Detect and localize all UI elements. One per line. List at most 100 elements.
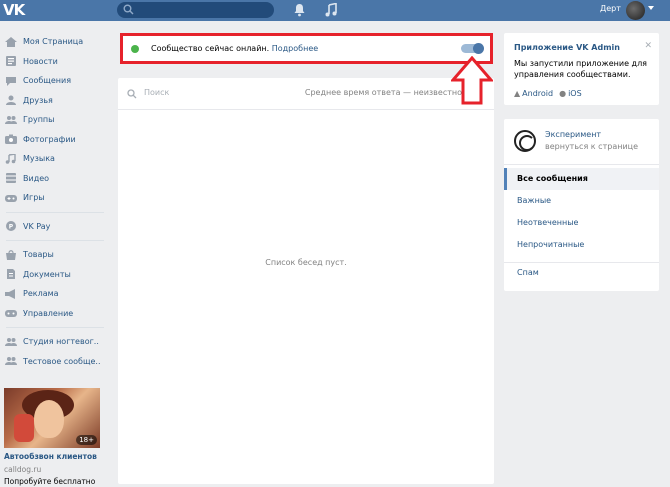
- age-rating-badge: 18+: [76, 435, 97, 445]
- documents-icon: [5, 269, 17, 280]
- back-to-page-link[interactable]: вернуться к странице: [545, 142, 638, 151]
- average-response-time: Среднее время ответа — неизвестно: [304, 88, 462, 97]
- search-icon: [127, 89, 137, 99]
- sidebar-item-label: Реклама: [23, 289, 59, 299]
- annotation-arrow-icon: [451, 56, 493, 105]
- sidebar-item-label: Музыка: [23, 154, 55, 164]
- header-search-input[interactable]: [117, 2, 274, 18]
- music-icon[interactable]: [325, 3, 337, 17]
- community-icon: [5, 337, 17, 347]
- video-icon: [5, 173, 17, 184]
- messages-filter-menu: Эксперимент вернуться к странице Все соо…: [504, 119, 659, 291]
- sidebar-item-video[interactable]: Видео: [0, 169, 112, 189]
- sidebar-item-label: Фотографии: [23, 134, 76, 144]
- app-links: ▲ Android ● iOS: [514, 89, 582, 98]
- sidebar-item-label: Новости: [23, 56, 58, 66]
- vkpay-icon: P: [5, 221, 17, 232]
- ios-label: iOS: [568, 89, 582, 98]
- sidebar-item-manage[interactable]: Управление: [0, 304, 112, 324]
- sidebar-item-news[interactable]: Новости: [0, 52, 112, 72]
- sidebar-item-label: Управление: [23, 308, 74, 318]
- top-header: VK Дерт: [0, 0, 670, 21]
- android-label: Android: [522, 89, 554, 98]
- sidebar-item-goods[interactable]: Товары: [0, 245, 112, 265]
- music-icon: [5, 152, 17, 164]
- gamepad-icon: [5, 193, 17, 203]
- more-link[interactable]: Подробнее: [272, 44, 318, 53]
- sidebar-item-my-page[interactable]: Моя Страница: [0, 32, 112, 52]
- sidebar-divider: [6, 211, 104, 213]
- online-status-text: Сообщество сейчас онлайн. Подробнее: [151, 44, 318, 53]
- sidebar-item-label: Друзья: [23, 95, 53, 105]
- sidebar-item-games[interactable]: Игры: [0, 188, 112, 208]
- sidebar-item-groups[interactable]: Группы: [0, 110, 112, 130]
- sidebar-item-label: Товары: [23, 250, 54, 260]
- goods-icon: [5, 249, 17, 260]
- chevron-down-icon[interactable]: [648, 6, 654, 10]
- android-icon: ▲: [514, 89, 521, 98]
- sidebar-item-label: Сообщения: [23, 76, 72, 86]
- messages-icon: [5, 76, 17, 86]
- online-label: Сообщество сейчас онлайн.: [151, 44, 270, 53]
- sidebar-item-label: Игры: [23, 193, 45, 203]
- menu-item-all-messages[interactable]: Все сообщения: [504, 168, 659, 190]
- friends-icon: [5, 95, 17, 106]
- sidebar-item-label: Документы: [23, 269, 71, 279]
- sidebar-divider: [6, 327, 104, 328]
- sidebar-item-music[interactable]: Музыка: [0, 149, 112, 169]
- sidebar-item-documents[interactable]: Документы: [0, 265, 112, 285]
- sidebar-divider: [6, 240, 104, 241]
- sidebar-item-friends[interactable]: Друзья: [0, 91, 112, 111]
- bell-icon[interactable]: [293, 3, 306, 17]
- toggle-knob: [473, 42, 484, 54]
- menu-item-unanswered[interactable]: Неотвеченные: [504, 212, 659, 234]
- search-input[interactable]: Поиск: [144, 88, 169, 97]
- messages-search-bar: Поиск Среднее время ответа — неизвестно: [118, 78, 494, 110]
- home-icon: [5, 36, 17, 47]
- sidebar-nav: Моя Страница Новости Сообщения Друзья Гр…: [0, 32, 112, 371]
- menu-item-important[interactable]: Важные: [504, 190, 659, 212]
- app-title[interactable]: Приложение VK Admin: [514, 43, 620, 52]
- community-icon: [5, 356, 17, 366]
- sidebar-item-messages[interactable]: Сообщения: [0, 71, 112, 91]
- menu-divider: [504, 164, 659, 165]
- user-avatar[interactable]: [626, 1, 645, 20]
- online-indicator: [131, 45, 139, 53]
- groups-icon: [5, 115, 17, 125]
- menu-item-spam[interactable]: Спам: [504, 262, 659, 284]
- promo-phone: [14, 414, 34, 442]
- ios-link[interactable]: ● iOS: [559, 89, 582, 98]
- search-icon: [123, 4, 134, 15]
- sidebar-item-photos[interactable]: Фотографии: [0, 130, 112, 150]
- sidebar-item-ads[interactable]: Реклама: [0, 284, 112, 304]
- vk-admin-app-box: Приложение VK Admin ✕ Мы запустили прило…: [504, 33, 659, 105]
- promo-cta[interactable]: Попробуйте бесплатно: [4, 477, 95, 486]
- camera-icon: [5, 134, 17, 145]
- group-name[interactable]: Эксперимент: [545, 130, 601, 139]
- promo-face: [34, 400, 64, 438]
- sidebar-item-community-1[interactable]: Студия ногтевог..: [0, 332, 112, 352]
- close-icon[interactable]: ✕: [644, 41, 652, 51]
- sidebar-item-vk-pay[interactable]: P VK Pay: [0, 217, 112, 237]
- sidebar-item-label: Моя Страница: [23, 37, 84, 47]
- empty-conversations-text: Список бесед пуст.: [265, 258, 347, 267]
- menu-item-unread[interactable]: Непрочитанные: [504, 234, 659, 256]
- group-avatar[interactable]: [514, 130, 536, 152]
- megaphone-icon: [5, 288, 17, 299]
- sidebar-item-label: Студия ногтевог..: [23, 337, 99, 347]
- apple-icon: ●: [559, 89, 567, 98]
- promo-image[interactable]: 18+: [4, 388, 100, 448]
- sidebar-item-label: Видео: [23, 173, 50, 183]
- user-name[interactable]: Дерт: [600, 4, 621, 13]
- vk-logo[interactable]: VK: [3, 2, 29, 18]
- sidebar-item-label: Группы: [23, 115, 55, 125]
- app-description: Мы запустили приложение для управления с…: [514, 59, 647, 79]
- online-toggle[interactable]: [461, 42, 484, 54]
- svg-text:P: P: [9, 224, 14, 231]
- online-status-bar: Сообщество сейчас онлайн. Подробнее: [120, 33, 493, 64]
- android-link[interactable]: ▲ Android: [514, 89, 553, 98]
- promo-domain[interactable]: calldog.ru: [4, 465, 41, 474]
- sidebar-item-community-2[interactable]: Тестовое сообще..: [0, 352, 112, 372]
- sidebar-item-label: Тестовое сообще..: [23, 356, 101, 366]
- promo-title[interactable]: Автообзвон клиентов: [4, 452, 97, 461]
